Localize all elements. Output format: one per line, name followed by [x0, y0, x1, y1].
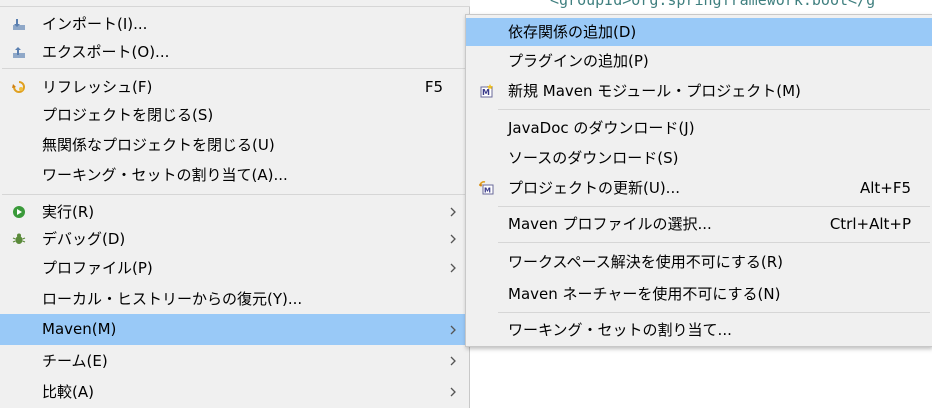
- menu-item-compare[interactable]: 比較(A): [0, 378, 469, 406]
- menu-item-close-project[interactable]: プロジェクトを閉じる(S): [0, 101, 469, 129]
- menu-item-label: インポート(I)...: [42, 15, 148, 33]
- menu-item-refresh[interactable]: リフレッシュ(F) F5: [0, 73, 469, 101]
- menu-item-assign-working-sets[interactable]: ワーキング・セットの割り当て...: [466, 316, 932, 344]
- menu-separator: [498, 312, 930, 313]
- menu-item-label: リフレッシュ(F): [42, 78, 153, 96]
- menu-item-label: プロファイル(P): [42, 259, 153, 277]
- menu-item-label: Maven ネーチャーを使用不可にする(N): [508, 285, 781, 303]
- menu-item-maven[interactable]: Maven(M): [0, 314, 469, 345]
- menu-item-restore-from-local-history[interactable]: ローカル・ヒストリーからの復元(Y)...: [0, 285, 469, 313]
- menu-item-select-maven-profiles[interactable]: Maven プロファイルの選択... Ctrl+Alt+P: [466, 210, 932, 238]
- submenu-arrow-icon: [450, 207, 456, 217]
- maven-update-icon: M: [479, 181, 494, 195]
- shortcut-text: Alt+F5: [859, 179, 911, 197]
- menu-item-label: ローカル・ヒストリーからの復元(Y)...: [42, 290, 303, 308]
- menu-item-add-dependency[interactable]: 依存関係の追加(D): [466, 18, 932, 46]
- editor-background-lower: [470, 347, 932, 408]
- menu-item-label: JavaDoc のダウンロード(J): [508, 119, 695, 137]
- menu-item-label: プラグインの追加(P): [508, 52, 649, 70]
- menu-item-add-plugin[interactable]: プラグインの追加(P): [466, 47, 932, 75]
- project-context-menu: インポート(I)... エクスポート(O)... リフレッシュ(F) F5 プロ…: [0, 0, 470, 408]
- menu-item-label: ソースのダウンロード(S): [508, 149, 679, 167]
- menu-separator: [498, 109, 930, 110]
- export-icon: [13, 47, 25, 58]
- menu-item-label: プロジェクトを閉じる(S): [42, 106, 214, 124]
- menu-item-label: ワークスペース解決を使用不可にする(R): [508, 253, 784, 271]
- menu-item-assign-working-sets[interactable]: ワーキング・セットの割り当て(A)...: [0, 161, 469, 189]
- menu-item-update-project[interactable]: M プロジェクトの更新(U)... Alt+F5: [466, 174, 932, 202]
- menu-item-label: Maven プロファイルの選択...: [508, 215, 712, 233]
- submenu-arrow-icon: [450, 325, 456, 335]
- menu-item-debug[interactable]: デバッグ(D): [0, 225, 469, 253]
- menu-item-run[interactable]: 実行(R): [0, 198, 469, 226]
- maven-submenu: 依存関係の追加(D) プラグインの追加(P) M 新規 Maven モジュール・…: [465, 14, 932, 347]
- editor-code-line: <groupId>org.springframework.boot</g: [550, 0, 876, 9]
- menu-item-disable-workspace-resolution[interactable]: ワークスペース解決を使用不可にする(R): [466, 248, 932, 276]
- submenu-arrow-icon: [450, 263, 456, 273]
- menu-separator: [2, 68, 467, 69]
- svg-text:M: M: [484, 187, 491, 195]
- menu-item-export[interactable]: エクスポート(O)...: [0, 38, 469, 66]
- menu-separator: [498, 242, 930, 243]
- menu-item-label: 比較(A): [42, 383, 94, 401]
- menu-separator: [498, 206, 930, 207]
- menu-item-label: デバッグ(D): [42, 230, 126, 248]
- menu-item-disable-maven-nature[interactable]: Maven ネーチャーを使用不可にする(N): [466, 280, 932, 308]
- menu-separator: [2, 194, 467, 195]
- menu-item-label: プロジェクトの更新(U)...: [508, 179, 680, 197]
- menu-item-label: ワーキング・セットの割り当て...: [508, 321, 732, 339]
- submenu-arrow-icon: [450, 356, 456, 366]
- menu-item-download-sources[interactable]: ソースのダウンロード(S): [466, 144, 932, 172]
- menu-item-label: Maven(M): [42, 320, 117, 338]
- menu-item-label: 実行(R): [42, 203, 95, 221]
- menu-item-import[interactable]: インポート(I)...: [0, 10, 469, 38]
- menu-item-label: 新規 Maven モジュール・プロジェクト(M): [508, 82, 801, 100]
- menu-item-profile[interactable]: プロファイル(P): [0, 254, 469, 282]
- shortcut-text: Ctrl+Alt+P: [829, 215, 911, 233]
- menu-item-new-maven-module-project[interactable]: M 新規 Maven モジュール・プロジェクト(M): [466, 77, 932, 105]
- menu-item-label: チーム(E): [42, 352, 108, 370]
- debug-bug-icon: [12, 233, 26, 244]
- submenu-arrow-icon: [450, 387, 456, 397]
- run-icon: [13, 206, 25, 218]
- menu-item-label: ワーキング・セットの割り当て(A)...: [42, 166, 288, 184]
- menu-item-label: 依存関係の追加(D): [508, 23, 637, 41]
- menu-top-separator: [0, 0, 470, 7]
- menu-item-close-unrelated-projects[interactable]: 無関係なプロジェクトを閉じる(U): [0, 131, 469, 159]
- menu-item-team[interactable]: チーム(E): [0, 347, 469, 375]
- submenu-arrow-icon: [450, 234, 456, 244]
- svg-text:M: M: [482, 88, 490, 97]
- menu-item-label: 無関係なプロジェクトを閉じる(U): [42, 136, 275, 154]
- editor-background: <groupId>org.springframework.boot</g: [470, 0, 932, 14]
- menu-item-download-javadoc[interactable]: JavaDoc のダウンロード(J): [466, 114, 932, 142]
- shortcut-text: F5: [424, 78, 443, 96]
- maven-new-module-icon: M: [480, 84, 493, 98]
- refresh-icon: [12, 81, 25, 93]
- menu-item-label: エクスポート(O)...: [42, 43, 170, 61]
- import-icon: [13, 19, 25, 30]
